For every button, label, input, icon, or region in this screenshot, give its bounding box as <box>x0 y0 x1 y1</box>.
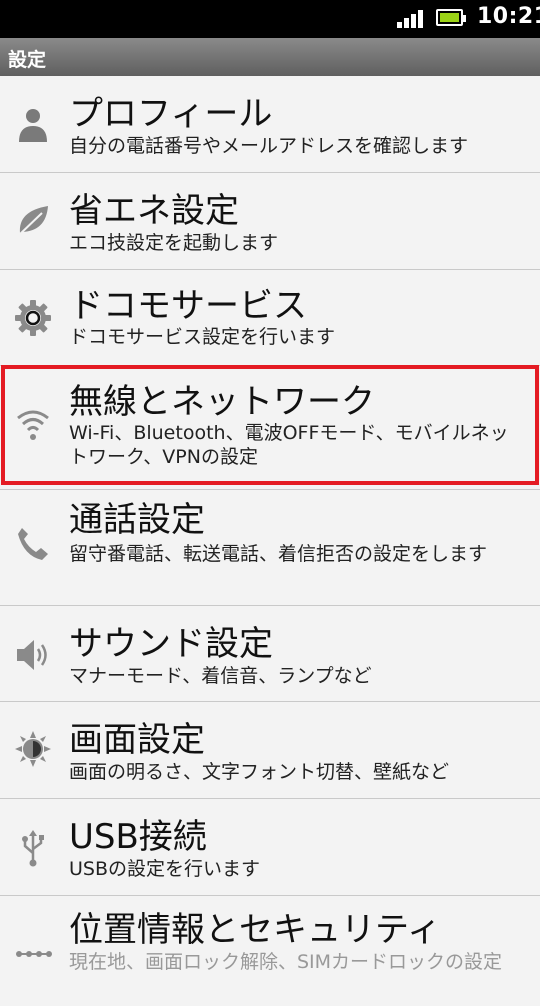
leaf-icon <box>17 206 48 237</box>
item-title: 省エネ設定 <box>69 191 239 231</box>
signal-icon <box>397 10 427 28</box>
settings-item-location-security[interactable]: 位置情報とセキュリティ 現在地、画面ロック解除、SIMカードロックの設定 <box>0 896 540 1006</box>
settings-item-profile[interactable]: プロフィール 自分の電話番号やメールアドレスを確認します <box>0 76 540 173</box>
item-description: ドコモサービス設定を行います <box>69 326 336 348</box>
item-title: 通話設定 <box>69 500 205 540</box>
item-title: USB接続 <box>69 817 207 857</box>
item-description: 画面の明るさ、文字フォント切替、壁紙など <box>69 761 450 783</box>
settings-item-eco[interactable]: 省エネ設定 エコ技設定を起動します <box>0 173 540 270</box>
settings-list: プロフィール 自分の電話番号やメールアドレスを確認します 省エネ設定 エコ技設定… <box>0 76 540 1006</box>
item-title: プロフィール <box>69 94 273 134</box>
item-title: 画面設定 <box>69 720 205 760</box>
brightness-icon <box>15 731 51 767</box>
settings-item-display[interactable]: 画面設定 画面の明るさ、文字フォント切替、壁紙など <box>0 702 540 799</box>
settings-item-sound[interactable]: サウンド設定 マナーモード、着信音、ランプなど <box>0 606 540 702</box>
item-description: 現在地、画面ロック解除、SIMカードロックの設定 <box>69 951 503 973</box>
gear-icon <box>15 300 51 336</box>
person-icon <box>19 109 47 142</box>
settings-item-call-settings[interactable]: 通話設定 留守番電話、転送電話、着信拒否の設定をします <box>0 490 540 606</box>
item-description: エコ技設定を起動します <box>69 232 279 254</box>
item-title: 無線とネットワーク <box>69 382 375 422</box>
item-description: Wi-Fi、Bluetooth、電波OFFモード、モバイルネットワーク、VPNの… <box>69 422 509 468</box>
item-description: 留守番電話、転送電話、着信拒否の設定をします <box>69 543 488 565</box>
status-bar: 10:21 <box>0 0 540 38</box>
item-title: 位置情報とセキュリティ <box>69 910 441 950</box>
item-description: USBの設定を行います <box>69 858 261 880</box>
wifi-icon <box>17 410 49 440</box>
settings-item-docomo-service[interactable]: ドコモサービス ドコモサービス設定を行います <box>0 270 540 366</box>
speaker-icon <box>17 640 47 670</box>
phone-icon <box>18 528 48 560</box>
item-description: マナーモード、着信音、ランプなど <box>69 665 372 687</box>
item-description: 自分の電話番号やメールアドレスを確認します <box>69 135 469 157</box>
item-title: サウンド設定 <box>69 624 273 664</box>
settings-item-wireless-network[interactable]: 無線とネットワーク Wi-Fi、Bluetooth、電波OFFモード、モバイルネ… <box>0 366 540 490</box>
page-title: 設定 <box>8 49 47 71</box>
title-bar: 設定 <box>0 38 540 76</box>
location-icon <box>16 951 52 957</box>
settings-item-usb-connection[interactable]: USB接続 USBの設定を行います <box>0 799 540 896</box>
battery-icon <box>436 9 466 26</box>
item-title: ドコモサービス <box>69 286 307 326</box>
usb-icon <box>22 830 44 867</box>
status-time: 10:21 <box>477 4 540 29</box>
